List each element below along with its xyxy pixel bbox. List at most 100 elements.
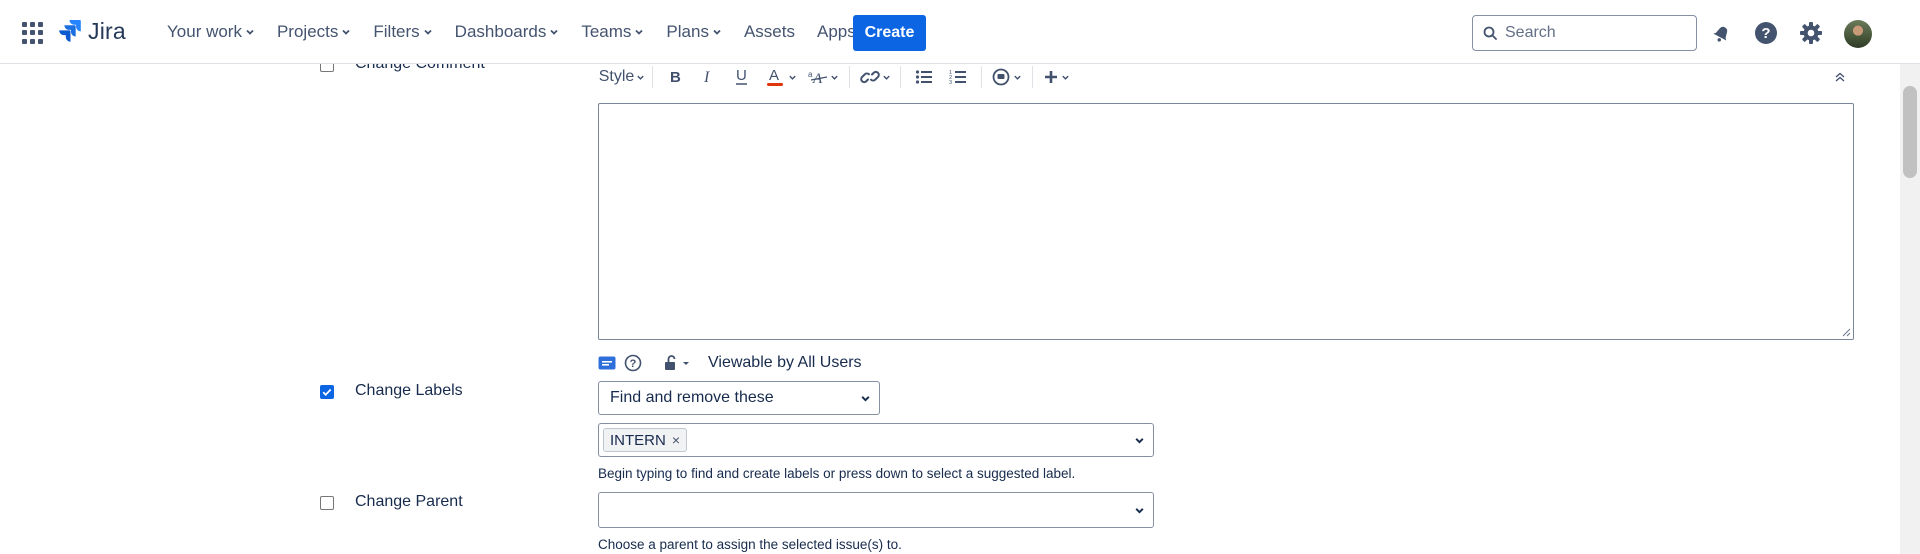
avatar[interactable] xyxy=(1844,20,1872,48)
label-tag: INTERN × xyxy=(603,428,688,452)
change-parent-label: Change Parent xyxy=(355,493,463,510)
chevron-down-icon xyxy=(635,29,644,35)
numbered-list-icon[interactable]: 123 xyxy=(941,62,975,92)
labels-operation-select[interactable]: Find and remove these xyxy=(598,381,880,415)
labels-tag-list: INTERN × xyxy=(603,428,688,452)
toolbar-divider xyxy=(652,66,653,88)
nav-item-label: Filters xyxy=(373,22,420,41)
toolbar-divider xyxy=(1032,66,1033,88)
help-circle-icon[interactable]: ? xyxy=(624,354,642,372)
chevron-down-icon xyxy=(1135,508,1144,514)
comment-visibility-row: ? Viewable by All Users xyxy=(598,352,862,374)
text-effects-icon: aA xyxy=(808,70,827,85)
nav-item-label: Projects xyxy=(276,22,339,41)
collapse-toolbar-icon[interactable] xyxy=(1826,62,1854,92)
chevron-down-icon xyxy=(342,29,351,35)
remove-tag-icon[interactable]: × xyxy=(672,432,680,448)
underline-icon[interactable]: U xyxy=(725,62,759,92)
nav-item-assets[interactable]: Assets xyxy=(733,12,806,52)
link-button[interactable] xyxy=(856,62,894,92)
text-effects-button[interactable]: aA xyxy=(803,62,843,92)
nav-item-teams[interactable]: Teams xyxy=(570,12,655,52)
settings-icon[interactable] xyxy=(1797,19,1825,47)
editor-toolbar: Style B I U A aA 123 xyxy=(598,60,1854,94)
link-icon xyxy=(859,70,880,84)
label-tag-text: INTERN xyxy=(610,431,666,449)
bullet-list-icon[interactable] xyxy=(907,62,941,92)
search-icon xyxy=(1483,26,1497,40)
emoticon-icon xyxy=(992,68,1010,86)
svg-text:U: U xyxy=(736,68,747,84)
insert-more-icon xyxy=(1045,71,1057,83)
labels-help-text: Begin typing to find and create labels o… xyxy=(598,466,1076,481)
svg-text:?: ? xyxy=(630,358,637,370)
checkmark-icon xyxy=(322,388,332,396)
primary-nav: Your work Projects Filters Dashboards Teams P… xyxy=(156,0,880,64)
style-dropdown[interactable]: Style xyxy=(598,62,646,92)
svg-text:A: A xyxy=(769,67,779,84)
wiki-markup-icon[interactable] xyxy=(598,356,616,370)
jira-logo-text: Jira xyxy=(88,18,126,44)
chevron-down-icon xyxy=(1062,75,1069,80)
change-labels-checkbox[interactable] xyxy=(320,385,334,399)
toolbar-divider xyxy=(900,66,901,88)
nav-item-filters[interactable]: Filters xyxy=(362,12,443,52)
chevron-down-icon xyxy=(550,29,558,35)
bold-icon[interactable]: B xyxy=(659,62,691,92)
nav-item-label: Teams xyxy=(581,22,632,41)
change-labels-label: Change Labels xyxy=(355,382,463,399)
text-color-icon: A xyxy=(766,67,783,86)
jira-logo[interactable]: Jira xyxy=(58,18,126,45)
notifications-icon[interactable] xyxy=(1708,19,1736,47)
emoticon-button[interactable] xyxy=(988,62,1026,92)
chevron-down-icon xyxy=(830,75,838,80)
svg-text:3: 3 xyxy=(949,80,952,85)
labels-operation-value: Find and remove these xyxy=(610,389,774,406)
unlock-icon xyxy=(665,355,676,370)
page-scrollbar-thumb[interactable] xyxy=(1903,86,1917,178)
nav-item-plans[interactable]: Plans xyxy=(655,12,733,52)
visibility-lock-button[interactable] xyxy=(664,354,690,372)
change-parent-checkbox[interactable] xyxy=(320,496,334,510)
chevron-down-icon xyxy=(861,396,870,402)
parent-select[interactable] xyxy=(598,492,1154,528)
chevron-down-icon xyxy=(1014,75,1021,80)
search-input[interactable] xyxy=(1505,24,1685,42)
style-label: Style xyxy=(598,68,635,85)
italic-icon[interactable]: I xyxy=(691,62,725,92)
nav-item-label: Apps xyxy=(816,22,856,41)
comment-editor[interactable] xyxy=(598,103,1854,340)
svg-text:I: I xyxy=(703,69,710,85)
nav-item-dashboards[interactable]: Dashboards xyxy=(444,12,571,52)
insert-more-button[interactable] xyxy=(1039,62,1075,92)
chevron-down-icon xyxy=(246,29,254,35)
jira-logo-icon xyxy=(59,19,81,42)
caret-down-icon xyxy=(683,362,689,365)
chevron-down-icon[interactable] xyxy=(1134,435,1145,446)
search-box[interactable] xyxy=(1472,15,1697,51)
visibility-text: Viewable by All Users xyxy=(708,354,862,371)
toolbar-divider xyxy=(981,66,982,88)
text-color-button[interactable]: A xyxy=(759,62,803,92)
create-button[interactable]: Create xyxy=(853,15,926,51)
nav-item-your-work[interactable]: Your work xyxy=(156,12,266,52)
top-navigation: Jira Your work Projects Filters Dashboards T… xyxy=(0,0,1920,64)
chevron-down-icon xyxy=(637,75,644,80)
chevron-down-icon xyxy=(882,75,890,80)
app-switcher-icon[interactable] xyxy=(22,22,44,44)
chevron-down-icon xyxy=(713,29,721,35)
labels-input[interactable]: INTERN × xyxy=(598,423,1154,457)
chevron-down-icon xyxy=(788,75,796,80)
nav-item-label: Plans xyxy=(666,22,709,41)
nav-item-label: Assets xyxy=(743,22,795,41)
comment-editor-content xyxy=(599,104,1853,120)
nav-item-label: Your work xyxy=(167,22,242,41)
nav-item-projects[interactable]: Projects xyxy=(266,12,362,52)
nav-item-label: Dashboards xyxy=(454,22,547,41)
help-icon[interactable]: ? xyxy=(1752,19,1780,47)
parent-help-text: Choose a parent to assign the selected i… xyxy=(598,537,902,552)
resize-grip-icon[interactable] xyxy=(1841,327,1851,337)
svg-text:?: ? xyxy=(1761,25,1770,42)
chevron-down-icon xyxy=(424,29,432,35)
svg-text:B: B xyxy=(670,69,681,85)
